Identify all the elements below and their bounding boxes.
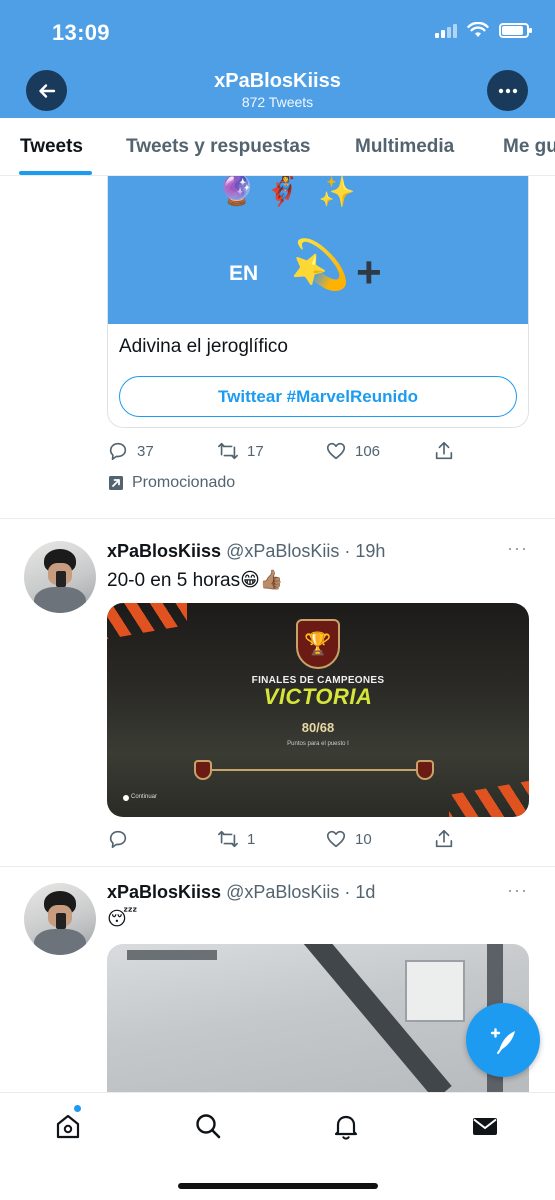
share-icon [435,441,453,460]
avatar[interactable] [24,883,96,955]
tab-tweets-y-respuestas[interactable]: Tweets y respuestas [126,136,310,158]
home-indicator [178,1183,378,1189]
promoted-text: Promocionado [132,474,236,491]
card-image: 🔮 🦸‍♀️ ✨ EN 💫 + [108,176,528,324]
profile-title: xPaBlosKiiss [214,70,341,92]
tweet-media-image[interactable]: 🏆 FINALES DE CAMPEONES VICTORIA 80/68 Pu… [107,603,529,817]
author-handle-time: @xPaBlosKiis · 1d [226,882,376,902]
reply-count: 37 [137,442,154,460]
dizzy-star-emoji: 💫 [290,239,350,292]
share-button[interactable] [433,828,455,850]
decorative-stripes [449,779,529,817]
divider [0,518,555,519]
reply-icon [109,830,127,849]
tweet-text: 😴 [107,909,138,930]
heart-icon [326,830,346,848]
card-image-text: EN [229,262,259,285]
rank-badge-icon [194,760,212,780]
notification-dot [74,1105,81,1112]
tweet-more-button[interactable]: ··· [507,538,528,559]
superhero-emoji: 🦸‍♀️ [264,176,302,207]
decorative-stripes [107,603,187,641]
divider [0,866,555,867]
compose-feather-icon [490,1028,515,1054]
media-score: 80/68 [301,720,335,735]
tweet-media-image[interactable] [107,944,529,1094]
search-icon[interactable] [193,1111,223,1141]
heart-icon [326,442,346,460]
author-name[interactable]: xPaBlosKiiss [107,882,221,902]
like-count: 106 [355,442,381,460]
cart-shape [405,960,465,1022]
promoted-card[interactable]: 🔮 🦸‍♀️ ✨ EN 💫 + Adivina el jeroglífico T… [107,176,529,428]
progress-track [203,769,425,771]
media-title: VICTORIA [263,684,373,709]
like-button[interactable]: 106 [325,440,380,462]
tab-tweets[interactable]: Tweets [20,136,83,158]
media-continue-label: Continuar [131,794,158,800]
notifications-bell-icon[interactable] [331,1111,361,1141]
retweet-button[interactable]: 1 [217,828,255,850]
retweet-icon [218,442,238,460]
messages-mail-icon[interactable] [470,1111,500,1141]
avatar[interactable] [24,541,96,613]
battery-icon [499,22,532,38]
rank-badge-icon [416,760,434,780]
status-icons [435,22,532,38]
active-tab-indicator [19,171,92,175]
like-button[interactable]: 10 [325,828,372,850]
author-handle-time: @xPaBlosKiis · 19h [226,541,386,561]
card-title: Adivina el jeroglífico [119,336,288,357]
retweet-count: 17 [247,442,264,460]
share-button[interactable] [433,440,455,462]
sparkles-emoji: ✨ [318,176,356,209]
trophy-icon: 🏆 [296,619,340,669]
home-icon[interactable] [53,1111,83,1141]
button-dot-icon [123,795,129,801]
promoted-arrow-icon [109,476,123,490]
reply-icon [109,442,127,461]
like-count: 10 [355,830,372,848]
tweet-hashtag-button[interactable]: Twittear #MarvelReunido [119,376,517,417]
retweet-count: 1 [247,830,256,848]
tweet-text: 20-0 en 5 horas😁👍🏽 [107,570,284,591]
share-icon [435,829,453,848]
wifi-icon [467,22,489,37]
profile-tabs: Tweets Tweets y respuestas Multimedia Me… [0,118,555,176]
status-time: 13:09 [52,20,110,45]
tweet-header: xPaBlosKiiss @xPaBlosKiis · 1d [107,882,375,903]
tweet-count: 872 Tweets [241,94,314,110]
retweet-button[interactable]: 17 [217,440,264,462]
compose-tweet-button[interactable] [466,1003,540,1077]
tab-me-gusta[interactable]: Me gu [503,136,555,158]
crystal-ball-emoji: 🔮 [218,176,256,207]
more-options-button[interactable] [487,70,528,111]
more-horizontal-icon [498,88,517,93]
promoted-action-bar: 37 17 106 [107,440,467,464]
card-plus-sign: + [356,248,382,297]
cellular-signal-icon [435,22,457,38]
tweet-action-bar: 1 10 [107,828,467,852]
tweet-more-button[interactable]: ··· [507,880,528,901]
promoted-label: Promocionado [108,474,235,492]
reply-button[interactable]: 37 [107,440,154,462]
reply-button[interactable] [107,828,137,850]
retweet-icon [218,830,238,848]
structural-beam [127,950,217,960]
tab-multimedia[interactable]: Multimedia [355,136,454,158]
profile-header: 13:09 xPaBlosKiiss 872 Tweets [0,0,555,118]
author-name[interactable]: xPaBlosKiiss [107,541,221,561]
tweet-header: xPaBlosKiiss @xPaBlosKiis · 19h [107,541,385,562]
media-small-text: Puntos para el puesto I [287,741,349,747]
